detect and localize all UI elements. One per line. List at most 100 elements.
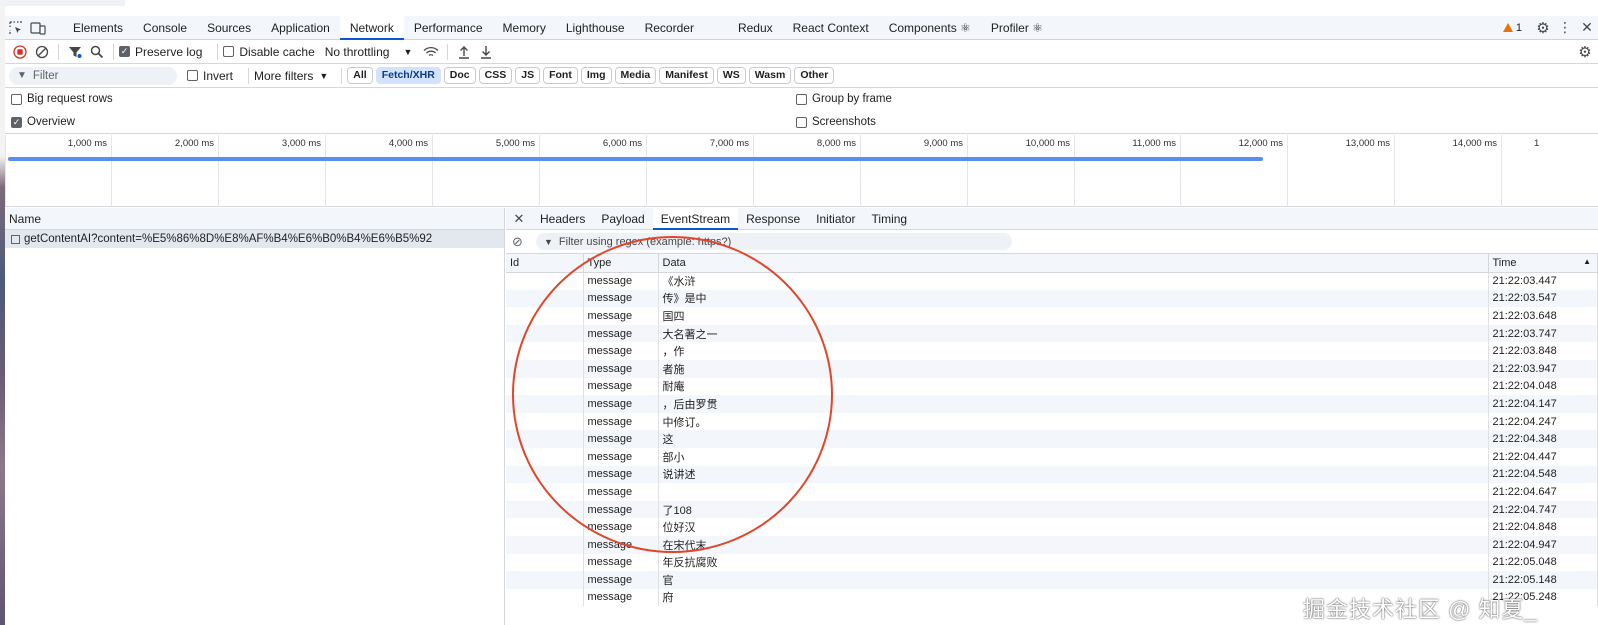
more-options-icon[interactable]: ⋮	[1554, 17, 1576, 39]
settings-gear-icon[interactable]: ⚙	[1532, 17, 1554, 39]
more-filters-dropdown[interactable]: More filters ▼	[254, 69, 328, 83]
event-row[interactable]: message 大名著之一 21:22:03.747	[506, 324, 1598, 343]
document-icon	[11, 234, 20, 244]
event-row[interactable]: message 部小 21:22:04.447	[506, 447, 1598, 466]
overview-timeline[interactable]: 1,000 ms 2,000 ms 3,000 ms 4,000 ms 5,00…	[5, 135, 1598, 207]
event-row[interactable]: message 年反抗腐败 21:22:05.048	[506, 553, 1598, 572]
tab-payload[interactable]: Payload	[593, 208, 652, 230]
type-filter-media[interactable]: Media	[614, 67, 657, 84]
checkbox-icon	[187, 70, 198, 81]
close-devtools-icon[interactable]: ✕	[1576, 17, 1598, 39]
type-filter-css[interactable]: CSS	[478, 67, 513, 84]
timeline-tick: 11,000 ms	[1074, 135, 1180, 207]
browser-tab-strip	[5, 0, 1598, 16]
overview-checkbox[interactable]: ✓ Overview	[11, 116, 75, 128]
checkbox-icon	[223, 46, 235, 57]
tab-headers[interactable]: Headers	[532, 208, 593, 230]
tab-sources[interactable]: Sources	[197, 16, 261, 40]
event-type-cell: message	[583, 359, 659, 378]
tab-initiator[interactable]: Initiator	[808, 208, 863, 230]
event-row[interactable]: message 者施 21:22:03.947	[506, 359, 1598, 378]
preserve-log-checkbox[interactable]: ✓ Preserve log	[119, 45, 202, 59]
type-filter-other[interactable]: Other	[794, 67, 835, 84]
event-time-cell: 21:22:03.848	[1488, 342, 1598, 360]
event-row[interactable]: message 了108 21:22:04.747	[506, 500, 1598, 519]
group-by-frame-checkbox[interactable]: Group by frame	[796, 93, 892, 105]
tab-timing[interactable]: Timing	[864, 208, 916, 230]
event-type-cell: message	[583, 465, 659, 484]
id-column-header[interactable]: Id	[506, 254, 584, 273]
event-row[interactable]: message 21:22:04.647	[506, 483, 1598, 501]
throttling-value: No throttling	[324, 44, 390, 59]
regex-placeholder: Filter using regex (example: https?)	[558, 235, 732, 248]
close-detail-icon[interactable]: ✕	[506, 211, 532, 227]
event-row[interactable]: message 《水浒 21:22:03.447	[506, 272, 1598, 290]
device-toolbar-icon[interactable]	[27, 17, 49, 39]
export-har-icon[interactable]	[475, 41, 497, 63]
event-row[interactable]: message 位好汉 21:22:04.848	[506, 518, 1598, 536]
funnel-icon: ▼	[544, 236, 553, 247]
tab-response[interactable]: Response	[738, 208, 808, 230]
event-row[interactable]: message ，作 21:22:03.848	[506, 342, 1598, 360]
clear-events-icon[interactable]: ⊘	[512, 234, 526, 250]
time-column-header[interactable]: Time ▲	[1488, 254, 1598, 273]
type-filter-font[interactable]: Font	[543, 67, 578, 84]
import-har-icon[interactable]	[453, 41, 475, 63]
throttling-select[interactable]: No throttling ▼	[325, 45, 413, 59]
tab-memory[interactable]: Memory	[493, 16, 556, 40]
tab-elements[interactable]: Elements	[63, 16, 133, 40]
invert-checkbox[interactable]: Invert	[187, 69, 233, 83]
detail-tab-bar: ✕ Headers Payload EventStream Response I…	[506, 207, 1598, 230]
type-filter-ws[interactable]: WS	[716, 67, 746, 84]
screenshots-checkbox[interactable]: Screenshots	[796, 116, 876, 128]
tab-eventstream[interactable]: EventStream	[652, 207, 739, 230]
tab-profiler[interactable]: Profiler ⚛	[981, 16, 1053, 40]
big-request-rows-checkbox[interactable]: Big request rows	[11, 93, 113, 105]
filter-icon[interactable]	[64, 41, 86, 63]
network-settings-icon[interactable]: ⚙	[1574, 41, 1596, 63]
warnings-counter[interactable]: 1	[1502, 22, 1522, 34]
event-row[interactable]: message 传》是中 21:22:03.547	[506, 289, 1598, 308]
event-row[interactable]: message ，后由罗贯 21:22:04.147	[506, 395, 1598, 413]
request-row[interactable]: getContentAI?content=%E5%86%8D%E8%AF%B4%…	[5, 230, 504, 248]
network-conditions-icon[interactable]	[420, 41, 442, 63]
event-data-cell: 这	[658, 430, 1489, 448]
type-filter-doc[interactable]: Doc	[443, 67, 476, 84]
clear-icon[interactable]	[31, 41, 53, 63]
disable-cache-checkbox[interactable]: Disable cache	[223, 45, 315, 59]
event-row[interactable]: message 耐庵 21:22:04.048	[506, 377, 1598, 396]
event-row[interactable]: message 在宋代末 21:22:04.947	[506, 535, 1598, 554]
event-row[interactable]: message 官 21:22:05.148	[506, 571, 1598, 589]
tab-console[interactable]: Console	[133, 16, 197, 40]
type-filter-js[interactable]: JS	[515, 67, 541, 84]
event-row[interactable]: message 这 21:22:04.348	[506, 430, 1598, 448]
event-row[interactable]: message 国四 21:22:03.648	[506, 307, 1598, 325]
tab-lighthouse[interactable]: Lighthouse	[556, 16, 635, 40]
type-filter-all[interactable]: All	[347, 67, 373, 84]
timeline-tick: 13,000 ms	[1287, 135, 1394, 207]
stop-recording-icon[interactable]	[9, 41, 31, 63]
regex-filter-input[interactable]: ▼ Filter using regex (example: https?)	[536, 233, 1012, 250]
tab-redux[interactable]: Redux	[728, 16, 783, 40]
tab-react-context[interactable]: React Context	[783, 16, 879, 40]
checkbox-icon	[11, 93, 22, 105]
type-filter-manifest[interactable]: Manifest	[659, 67, 714, 84]
search-icon[interactable]	[86, 41, 108, 63]
tab-network[interactable]: Network	[339, 15, 404, 40]
type-filter-wasm[interactable]: Wasm	[748, 67, 792, 84]
filter-input[interactable]: ▼ Filter	[9, 66, 177, 85]
inspect-element-icon[interactable]	[5, 17, 27, 39]
name-column-header[interactable]: Name	[5, 208, 504, 230]
data-column-header[interactable]: Data	[658, 254, 1489, 273]
type-filter-img[interactable]: Img	[580, 67, 612, 84]
event-data-cell: ，后由罗贯	[658, 395, 1489, 413]
type-filter-fetch-xhr[interactable]: Fetch/XHR	[375, 67, 441, 84]
tab-performance[interactable]: Performance	[404, 16, 493, 40]
event-row[interactable]: message 中修订。 21:22:04.247	[506, 412, 1598, 431]
tab-recorder[interactable]: Recorder	[635, 16, 704, 40]
tab-application[interactable]: Application	[261, 16, 340, 40]
event-data-cell: 了108	[658, 500, 1489, 519]
event-row[interactable]: message 说讲述 21:22:04.548	[506, 465, 1598, 484]
tab-components[interactable]: Components ⚛	[879, 16, 981, 40]
type-column-header[interactable]: Type	[583, 254, 659, 273]
